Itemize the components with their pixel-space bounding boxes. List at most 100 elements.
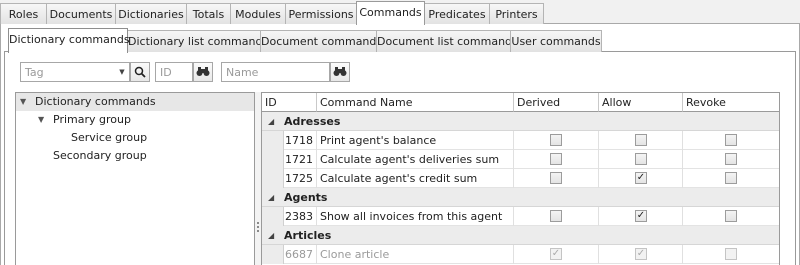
group-label: Articles xyxy=(284,229,332,242)
command-name-cell: Show all invoices from this agent xyxy=(317,207,514,226)
expand-icon[interactable]: ▼ xyxy=(38,115,44,124)
tab-permissions[interactable]: Permissions xyxy=(285,3,357,24)
tree-item-primary-group[interactable]: ▼ Primary group xyxy=(16,111,254,129)
revoke-cell xyxy=(683,150,779,169)
column-header-allow[interactable]: Allow xyxy=(599,93,683,112)
tab-commands[interactable]: Commands xyxy=(356,1,425,25)
search-button[interactable] xyxy=(130,62,150,82)
command-group-tree: ▼ Dictionary commands ▼ Primary group Se… xyxy=(15,92,255,265)
id-cell: 6687 xyxy=(284,245,317,264)
id-cell: 1721 xyxy=(284,150,317,169)
column-header-derived[interactable]: Derived xyxy=(514,93,599,112)
sub-tab-strip: Dictionary commands Dictionary list comm… xyxy=(4,28,796,53)
derived-checkbox[interactable] xyxy=(550,172,562,184)
collapse-icon[interactable]: ◢ xyxy=(268,231,274,240)
tab-dictionary-commands[interactable]: Dictionary commands xyxy=(8,28,130,53)
derived-checkbox[interactable] xyxy=(550,134,562,146)
table-row[interactable]: 1721 Calculate agent's deliveries sum xyxy=(262,150,779,169)
revoke-cell xyxy=(683,131,779,150)
collapse-icon[interactable]: ◢ xyxy=(268,117,274,126)
name-filter-input[interactable]: Name xyxy=(221,62,330,82)
tab-document-commands[interactable]: Document commands xyxy=(260,30,382,52)
id-cell: 2383 xyxy=(284,207,317,226)
derived-checkbox[interactable]: ✓ xyxy=(550,248,562,260)
derived-cell xyxy=(514,150,599,169)
tree-item-label: Dictionary commands xyxy=(35,95,156,108)
tag-combobox[interactable]: Tag ▼ xyxy=(20,62,130,82)
allow-checkbox[interactable]: ✓ xyxy=(635,210,647,222)
tab-predicates[interactable]: Predicates xyxy=(424,3,490,24)
revoke-cell xyxy=(683,169,779,188)
command-name-cell: Clone article xyxy=(317,245,514,264)
tab-printers[interactable]: Printers xyxy=(489,3,544,24)
binoculars-icon xyxy=(196,67,210,76)
revoke-checkbox[interactable] xyxy=(725,248,737,260)
revoke-checkbox[interactable] xyxy=(725,134,737,146)
tab-documents[interactable]: Documents xyxy=(46,3,116,24)
collapse-icon[interactable]: ◢ xyxy=(268,193,274,202)
table-row[interactable]: 1718 Print agent's balance xyxy=(262,131,779,150)
tab-dictionaries[interactable]: Dictionaries xyxy=(115,3,187,24)
group-row-articles[interactable]: ◢ Articles xyxy=(262,226,779,245)
tag-placeholder: Tag xyxy=(25,66,44,79)
column-header-revoke[interactable]: Revoke xyxy=(683,93,779,112)
tree-item-label: Secondary group xyxy=(53,149,147,162)
allow-cell xyxy=(599,131,683,150)
id-placeholder: ID xyxy=(160,66,172,79)
tab-dictionary-list-commands[interactable]: Dictionary list commands xyxy=(127,30,268,52)
command-name-cell: Print agent's balance xyxy=(317,131,514,150)
group-row-adresses[interactable]: ◢ Adresses xyxy=(262,112,779,131)
id-filter-input[interactable]: ID xyxy=(155,62,193,82)
tree-item-dictionary-commands[interactable]: ▼ Dictionary commands xyxy=(16,93,254,111)
derived-cell: ✓ xyxy=(514,245,599,264)
splitter-grip xyxy=(257,226,259,228)
tree-item-secondary-group[interactable]: Secondary group xyxy=(16,147,254,165)
search-icon xyxy=(134,66,146,78)
allow-checkbox[interactable]: ✓ xyxy=(635,172,647,184)
derived-checkbox[interactable] xyxy=(550,210,562,222)
allow-cell: ✓ xyxy=(599,207,683,226)
tree-item-label: Service group xyxy=(71,131,148,144)
group-row-agents[interactable]: ◢ Agents xyxy=(262,188,779,207)
table-row[interactable]: 1725 Calculate agent's credit sum ✓ xyxy=(262,169,779,188)
allow-checkbox[interactable] xyxy=(635,153,647,165)
group-label: Adresses xyxy=(284,115,341,128)
revoke-cell xyxy=(683,245,779,264)
tab-user-commands[interactable]: User commands xyxy=(510,30,602,52)
allow-cell: ✓ xyxy=(599,245,683,264)
group-indent xyxy=(262,207,284,226)
chevron-down-icon[interactable]: ▼ xyxy=(115,63,129,81)
allow-checkbox[interactable]: ✓ xyxy=(635,248,647,260)
column-header-command-name[interactable]: Command Name xyxy=(317,93,514,112)
revoke-checkbox[interactable] xyxy=(725,210,737,222)
derived-cell xyxy=(514,207,599,226)
derived-cell xyxy=(514,169,599,188)
column-header-id[interactable]: ID xyxy=(262,93,317,112)
tab-document-list-commands[interactable]: Document list commands xyxy=(376,30,518,52)
expand-icon[interactable]: ▼ xyxy=(20,97,26,106)
splitter-grip xyxy=(257,230,259,232)
find-by-name-button[interactable] xyxy=(330,62,350,82)
derived-cell xyxy=(514,131,599,150)
revoke-checkbox[interactable] xyxy=(725,153,737,165)
revoke-cell xyxy=(683,207,779,226)
binoculars-icon xyxy=(333,67,347,76)
table-row[interactable]: 6687 Clone article ✓ ✓ xyxy=(262,245,779,264)
group-indent xyxy=(262,131,284,150)
id-cell: 1718 xyxy=(284,131,317,150)
top-tab-strip: Roles Documents Dictionaries Totals Modu… xyxy=(0,0,800,25)
tab-totals[interactable]: Totals xyxy=(186,3,231,24)
tree-item-label: Primary group xyxy=(53,113,131,126)
derived-checkbox[interactable] xyxy=(550,153,562,165)
tab-modules[interactable]: Modules xyxy=(230,3,286,24)
tab-roles[interactable]: Roles xyxy=(0,3,47,24)
command-name-cell: Calculate agent's credit sum xyxy=(317,169,514,188)
group-indent xyxy=(262,245,284,264)
allow-checkbox[interactable] xyxy=(635,134,647,146)
find-by-id-button[interactable] xyxy=(193,62,213,82)
revoke-checkbox[interactable] xyxy=(725,172,737,184)
table-row[interactable]: 2383 Show all invoices from this agent ✓ xyxy=(262,207,779,226)
command-name-cell: Calculate agent's deliveries sum xyxy=(317,150,514,169)
tree-item-service-group[interactable]: Service group xyxy=(16,129,254,147)
group-indent xyxy=(262,150,284,169)
